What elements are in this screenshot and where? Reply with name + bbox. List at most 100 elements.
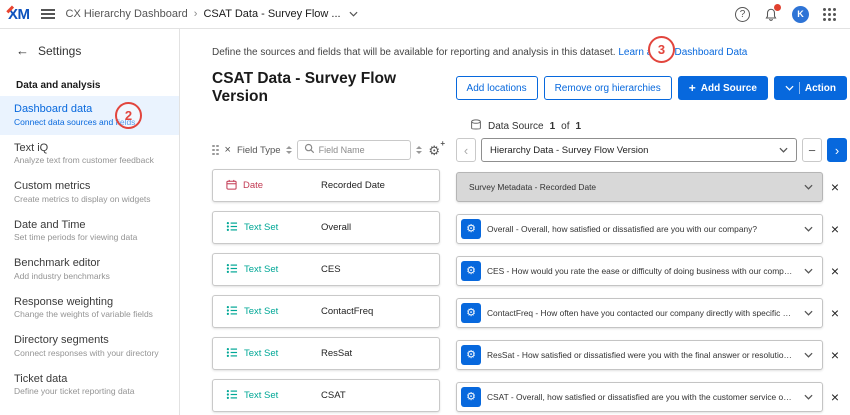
add-field-gear-icon[interactable]: ⚙+ [428, 144, 440, 157]
mapped-field-rows: Survey Metadata - Recorded Date × ⚙ Over… [456, 172, 847, 415]
fields-panel-spacer [212, 118, 440, 138]
data-source-label: Data Source [488, 121, 544, 132]
mapping-panels: × Field Type ⚙+ [212, 118, 850, 415]
sidebar-item-date-and-time[interactable]: Date and Time Set time periods for viewi… [0, 212, 179, 251]
sort-field-name-icon[interactable] [416, 146, 422, 154]
field-row-recorded-date[interactable]: Date Recorded Date [212, 169, 440, 202]
field-row-ces[interactable]: Text Set CES [212, 253, 440, 286]
dataset-description: Define the sources and fields that will … [212, 47, 850, 58]
remove-field-button[interactable]: × [823, 179, 847, 195]
data-source-dropdown[interactable]: Hierarchy Data - Survey Flow Version [481, 138, 797, 162]
sidebar-item-ticket-data[interactable]: Ticket data Define your ticket reporting… [0, 366, 179, 405]
sidebar-item-benchmark-editor[interactable]: Benchmark editor Add industry benchmarks [0, 250, 179, 289]
apps-grid-icon[interactable] [823, 8, 836, 21]
gear-icon[interactable]: ⚙ [461, 303, 481, 323]
topbar-left: XM CX Hierarchy Dashboard › CSAT Data - … [8, 6, 358, 23]
xm-logo[interactable]: XM [8, 6, 30, 23]
remove-field-button[interactable]: × [823, 263, 847, 279]
sidebar-item-desc: Connect data sources and fields [14, 117, 165, 127]
sidebar-item-response-weighting[interactable]: Response weighting Change the weights of… [0, 289, 179, 328]
remove-field-button[interactable]: × [823, 389, 847, 405]
settings-sidebar: ← Settings Data and analysis Dashboard d… [0, 29, 180, 415]
field-name-label: CSAT [321, 390, 346, 401]
sidebar-item-desc: Create metrics to display on widgets [14, 194, 165, 204]
mapped-field-label: CES - How would you rate the ease or dif… [487, 266, 794, 276]
field-type-column-header: Field Type [237, 145, 281, 156]
data-source-counter: Data Source 1 of 1 [470, 118, 847, 134]
gear-icon[interactable]: ⚙ [461, 345, 481, 365]
breadcrumb-chevron-down-icon[interactable] [349, 11, 358, 17]
sidebar-item-directory-segments[interactable]: Directory segments Connect responses wit… [0, 327, 179, 366]
mapped-field-card-csat[interactable]: ⚙ CSAT - Overall, how satisfied or dissa… [456, 382, 823, 412]
data-source-panel: Data Source 1 of 1 ‹ Hierarchy Data - Su… [456, 118, 847, 415]
field-row-ressat[interactable]: Text Set ResSat [212, 337, 440, 370]
mapped-field-card-recorded-date[interactable]: Survey Metadata - Recorded Date [456, 172, 823, 202]
sidebar-item-label: Custom metrics [14, 180, 165, 192]
calendar-icon [226, 179, 237, 193]
mapped-field-row: ⚙ CES - How would you rate the ease or d… [456, 256, 847, 286]
chevron-down-icon[interactable] [794, 226, 822, 232]
drag-handle-icon[interactable] [212, 145, 219, 156]
avatar[interactable]: K [792, 6, 809, 23]
breadcrumb-separator-icon: › [194, 8, 198, 20]
breadcrumb-current[interactable]: CSAT Data - Survey Flow ... [203, 8, 340, 20]
sidebar-item-text-iq[interactable]: Text iQ Analyze text from customer feedb… [0, 135, 179, 174]
gear-icon[interactable]: ⚙ [461, 261, 481, 281]
sidebar-nav: Dashboard data Connect data sources and … [0, 96, 179, 404]
mapped-field-card-overall[interactable]: ⚙ Overall - Overall, how satisfied or di… [456, 214, 823, 244]
sidebar-item-label: Date and Time [14, 219, 165, 231]
mapped-field-card-contactfreq[interactable]: ⚙ ContactFreq - How often have you conta… [456, 298, 823, 328]
topbar-right: ? K [735, 6, 836, 23]
sort-field-type-icon[interactable] [286, 146, 292, 154]
field-row-csat[interactable]: Text Set CSAT [212, 379, 440, 412]
field-row-overall[interactable]: Text Set Overall [212, 211, 440, 244]
text-set-icon [226, 389, 238, 403]
field-type-label: Text Set [244, 390, 278, 401]
field-type-label: Text Set [244, 348, 278, 359]
chevron-down-icon[interactable] [794, 394, 822, 400]
breadcrumb-root[interactable]: CX Hierarchy Dashboard [66, 8, 188, 20]
remove-field-button[interactable]: × [823, 347, 847, 363]
sidebar-item-desc: Add industry benchmarks [14, 271, 165, 281]
field-type-cell: Text Set [213, 347, 321, 361]
chevron-down-icon[interactable] [794, 184, 822, 190]
main-content: Define the sources and fields that will … [180, 29, 850, 415]
chevron-down-icon[interactable] [794, 352, 822, 358]
add-locations-button[interactable]: Add locations [456, 76, 538, 100]
mapped-field-label: ResSat - How satisfied or dissatisfied w… [487, 350, 794, 360]
sidebar-item-dashboard-data[interactable]: Dashboard data Connect data sources and … [0, 96, 179, 135]
learn-about-dashboard-data-link[interactable]: Learn about Dashboard Data [618, 47, 747, 58]
mapped-field-card-ces[interactable]: ⚙ CES - How would you rate the ease or d… [456, 256, 823, 286]
mapped-field-row: Survey Metadata - Recorded Date × [456, 172, 847, 202]
topbar: XM CX Hierarchy Dashboard › CSAT Data - … [0, 0, 850, 29]
chevron-down-icon[interactable] [794, 268, 822, 274]
field-type-label: Text Set [244, 264, 278, 275]
search-icon [304, 141, 315, 159]
sidebar-item-label: Ticket data [14, 373, 165, 385]
back-to-settings[interactable]: ← Settings [0, 29, 179, 66]
gear-icon[interactable]: ⚙ [461, 219, 481, 239]
menu-icon[interactable] [41, 9, 55, 19]
sidebar-item-custom-metrics[interactable]: Custom metrics Create metrics to display… [0, 173, 179, 212]
gear-icon[interactable]: ⚙ [461, 387, 481, 407]
action-button[interactable]: Action [774, 76, 847, 100]
clear-filter-icon[interactable]: × [224, 144, 232, 156]
notifications-bell-icon[interactable] [764, 7, 778, 22]
help-icon[interactable]: ? [735, 7, 750, 22]
remove-field-button[interactable]: × [823, 221, 847, 237]
previous-source-button[interactable]: ‹ [456, 138, 476, 162]
remove-source-button[interactable]: − [802, 138, 822, 162]
chevron-down-icon[interactable] [794, 310, 822, 316]
field-name-search [297, 140, 412, 160]
mapped-field-card-ressat[interactable]: ⚙ ResSat - How satisfied or dissatisfied… [456, 340, 823, 370]
remove-org-hierarchies-button[interactable]: Remove org hierarchies [544, 76, 672, 100]
sidebar-item-desc: Define your ticket reporting data [14, 386, 165, 396]
next-source-button[interactable]: › [827, 138, 847, 162]
add-source-button[interactable]: + Add Source [678, 76, 768, 100]
field-name-search-input[interactable] [319, 145, 405, 155]
field-row-contactfreq[interactable]: Text Set ContactFreq [212, 295, 440, 328]
field-type-cell: Date [213, 179, 321, 193]
mapped-field-label: CSAT - Overall, how satisfied or dissati… [487, 392, 794, 402]
remove-field-button[interactable]: × [823, 305, 847, 321]
mapped-field-row: ⚙ Overall - Overall, how satisfied or di… [456, 214, 847, 244]
